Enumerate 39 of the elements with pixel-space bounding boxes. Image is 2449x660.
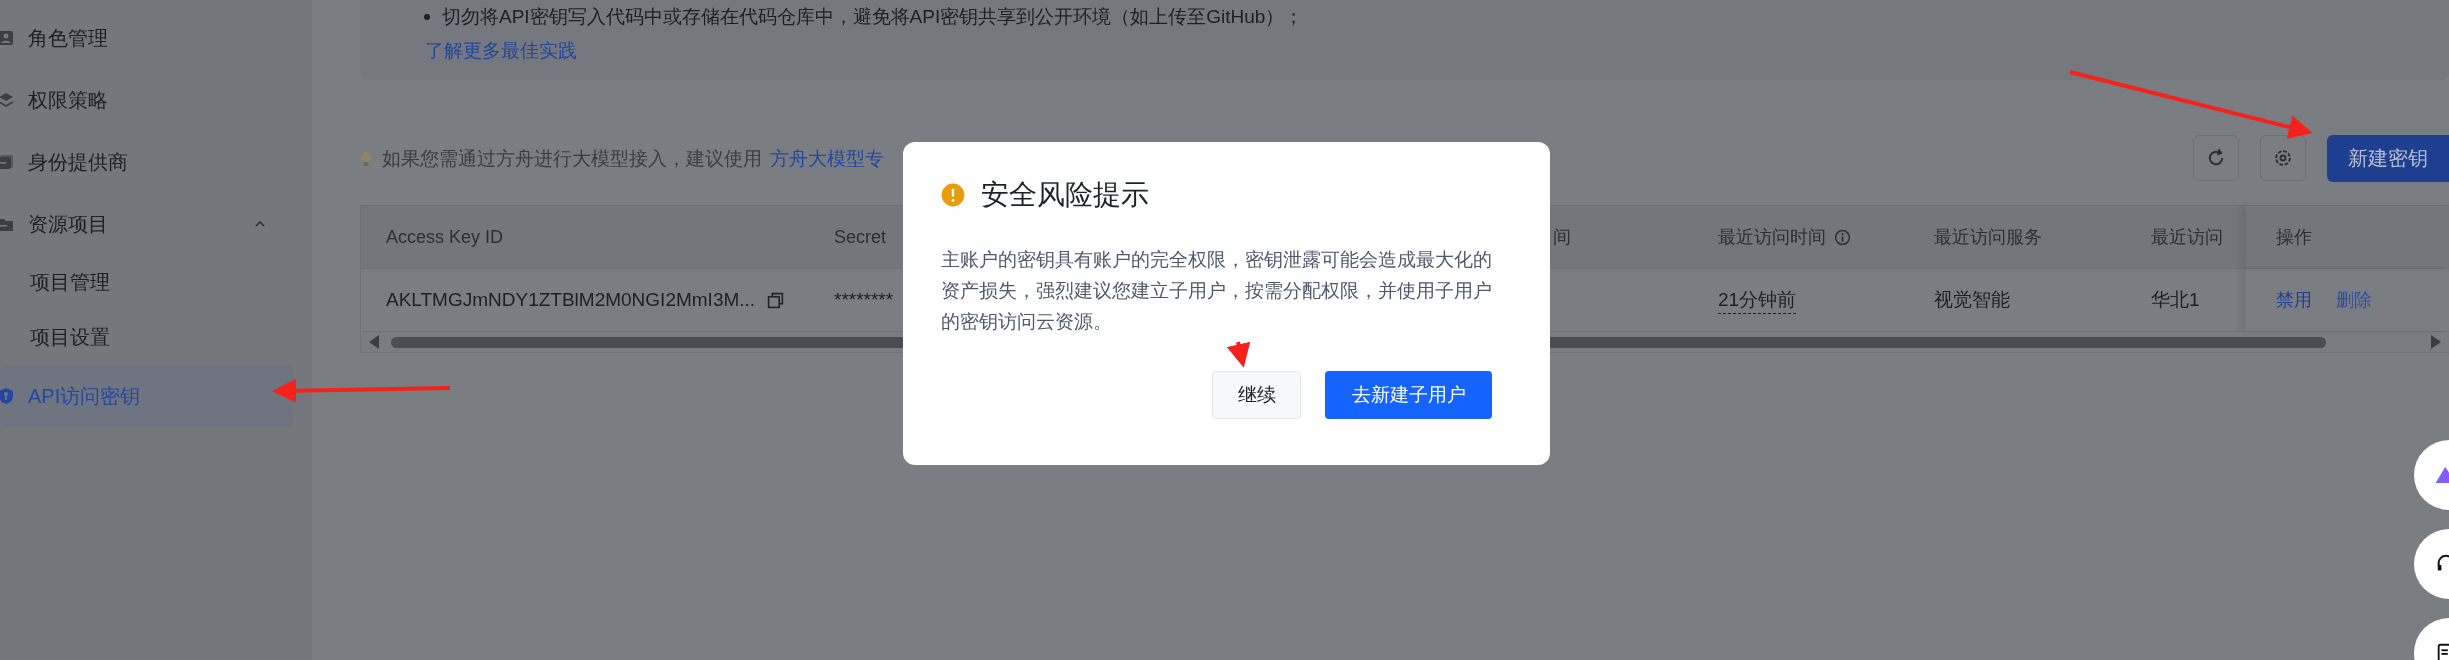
hint-text: 如果您需通过方舟进行大模型接入，建议使用 [382, 146, 762, 171]
best-practice-link[interactable]: 了解更多最佳实践 [425, 38, 577, 64]
sidebar-item[interactable]: 角色管理 [0, 7, 293, 69]
column-header: 最近访问 [2151, 226, 2223, 249]
sidebar-item[interactable]: 项目设置 [0, 310, 293, 365]
dialog-message: 主账户的密钥具有账户的完全权限，密钥泄露可能会造成最大化的资产损失，强烈建议您建立子用户，按需分配权限，并使用子用户的密钥访问云资源。 [941, 248, 1493, 334]
refresh-icon [2206, 148, 2226, 168]
settings-button[interactable] [2260, 135, 2306, 181]
copy-icon[interactable] [767, 291, 785, 309]
refresh-button[interactable] [2193, 135, 2239, 181]
new-key-button[interactable]: 新建密钥 [2327, 135, 2449, 182]
table-cell: AKLTMGJmNDY1ZTBlM2M0NGI2MmI3M... [386, 289, 756, 311]
table-cell: ******** [834, 289, 894, 311]
gear-icon [2273, 148, 2293, 168]
column-header: Secret [834, 226, 887, 248]
warning-icon [941, 183, 965, 207]
column-header: 最近访问时间 [1718, 226, 1826, 249]
column-header: 操作 [2276, 226, 2312, 249]
column-header: Access Key ID [386, 226, 504, 248]
layers-icon [0, 92, 14, 108]
table-cell-text: 视觉智能 [1934, 288, 2010, 312]
column-header: 最近访问服务 [1934, 226, 2042, 249]
shield-icon [0, 388, 14, 404]
table-cell: 21分钟前 [1718, 286, 1797, 314]
row-action-link[interactable]: 禁用 [2276, 288, 2312, 312]
sidebar-item[interactable]: 身份提供商 [0, 131, 293, 193]
create-subuser-button[interactable]: 去新建子用户 [1325, 371, 1492, 419]
bullet-icon [424, 14, 430, 20]
sidebar-item[interactable]: 项目管理 [0, 255, 293, 310]
table-cell-text: 华北1 [2151, 288, 2200, 312]
sidebar-item[interactable]: 权限策略 [0, 69, 293, 131]
sidebar-item[interactable]: 资源项目 [0, 193, 293, 255]
notice-text: 切勿将API密钥写入代码中或存储在代码仓库中，避免将API密钥共享到公开环境（如上传至GitHub）； [442, 5, 1304, 29]
model-link[interactable]: 方舟大模型专 [770, 145, 884, 172]
continue-button[interactable]: 继续 [1212, 371, 1301, 419]
annotation-arrow [1226, 341, 1251, 368]
dialog-title: 安全风险提示 [981, 178, 1149, 212]
column-header: 间 [1553, 226, 1571, 249]
lightbulb-icon [360, 150, 372, 167]
